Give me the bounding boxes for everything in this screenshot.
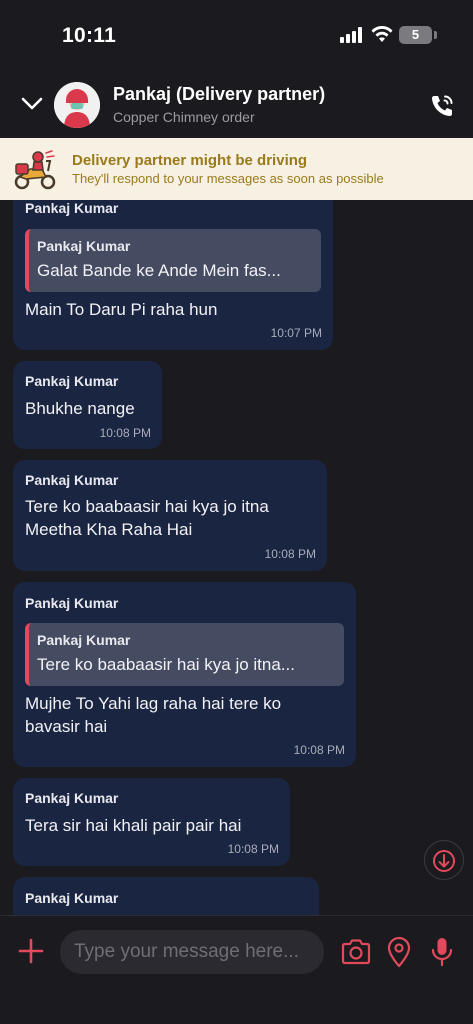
message-time: 10:07 PM (270, 326, 322, 340)
message-sender: Pankaj Kumar (25, 472, 119, 488)
chat-header: Pankaj (Delivery partner) Copper Chimney… (0, 70, 473, 138)
battery-indicator: 5 (399, 26, 432, 44)
message-time: 10:08 PM (99, 426, 151, 440)
phone-call-icon[interactable] (428, 92, 456, 120)
message-text: Mujhe To Yahi lag raha hai tere ko bavas… (25, 694, 282, 736)
camera-icon[interactable] (340, 936, 372, 968)
message-text: Main To Daru Pi raha hun (25, 300, 218, 319)
avatar[interactable] (54, 82, 100, 128)
delivery-partner-avatar-icon (54, 82, 100, 128)
chevron-down-icon[interactable] (20, 94, 44, 114)
banner-title: Delivery partner might be driving (72, 152, 308, 169)
quoted-message[interactable]: Pankaj Kumar Tere ko baabaasir hai kya j… (25, 623, 344, 686)
microphone-icon[interactable] (430, 936, 454, 968)
message-bubble[interactable]: Pankaj Kumar Pankaj Kumar Tere ko baabaa… (13, 582, 356, 767)
quoted-message[interactable]: Pankaj Kumar Galat Bande ke Ande Mein fa… (25, 229, 321, 292)
message-bubble[interactable]: Pankaj Kumar Bhukhe nange 10:08 PM (13, 361, 162, 449)
quoted-text: Tere ko baabaasir hai kya jo itna... (37, 655, 295, 674)
banner-subtitle: They'll respond to your messages as soon… (72, 171, 384, 186)
message-bubble[interactable]: Pankaj Kumar Tere ko baabaasir hai kya j… (13, 460, 327, 571)
message-text: Tere ko baabaasir hai kya jo itna Meetha… (25, 497, 269, 539)
signal-icon (340, 27, 364, 43)
message-sender: Pankaj Kumar (25, 595, 119, 611)
message-bubble[interactable]: Pankaj Kumar Tera sir hai khali pair pai… (13, 778, 290, 866)
chat-subtitle: Copper Chimney order (113, 109, 255, 125)
message-time: 10:08 PM (264, 547, 316, 561)
message-bubble[interactable]: Pankaj Kumar (13, 877, 319, 915)
message-text: Tera sir hai khali pair pair hai (25, 816, 242, 835)
message-input[interactable] (60, 930, 324, 974)
message-list[interactable]: Pankaj Kumar Pankaj Kumar Galat Bande ke… (0, 200, 473, 915)
location-pin-icon[interactable] (386, 936, 412, 968)
status-bar: 10:11 5 (0, 0, 473, 70)
message-text: Bhukhe nange (25, 399, 135, 418)
chat-title: Pankaj (Delivery partner) (113, 84, 326, 104)
message-bubble[interactable]: Pankaj Kumar Pankaj Kumar Galat Bande ke… (13, 200, 333, 350)
message-time: 10:08 PM (227, 842, 279, 856)
message-time: 10:08 PM (293, 743, 345, 757)
status-time: 10:11 (62, 24, 117, 47)
driving-banner: Delivery partner might be driving They'l… (0, 138, 473, 200)
wifi-icon (371, 26, 393, 42)
quoted-sender: Pankaj Kumar (37, 632, 131, 648)
chat-screen: 10:11 5 Pankaj (Delivery partner) Copper… (0, 0, 473, 1024)
message-sender: Pankaj Kumar (25, 890, 119, 906)
scooter-icon (14, 150, 56, 190)
plus-icon[interactable] (18, 938, 44, 964)
message-composer (0, 915, 473, 1024)
scroll-to-bottom-button[interactable] (424, 840, 464, 880)
message-sender: Pankaj Kumar (25, 373, 119, 389)
quoted-sender: Pankaj Kumar (37, 238, 131, 254)
message-sender: Pankaj Kumar (25, 200, 119, 216)
battery-tip (434, 31, 437, 39)
arrow-down-circle-icon (433, 850, 455, 872)
message-sender: Pankaj Kumar (25, 790, 119, 806)
quoted-text: Galat Bande ke Ande Mein fas... (37, 261, 281, 280)
